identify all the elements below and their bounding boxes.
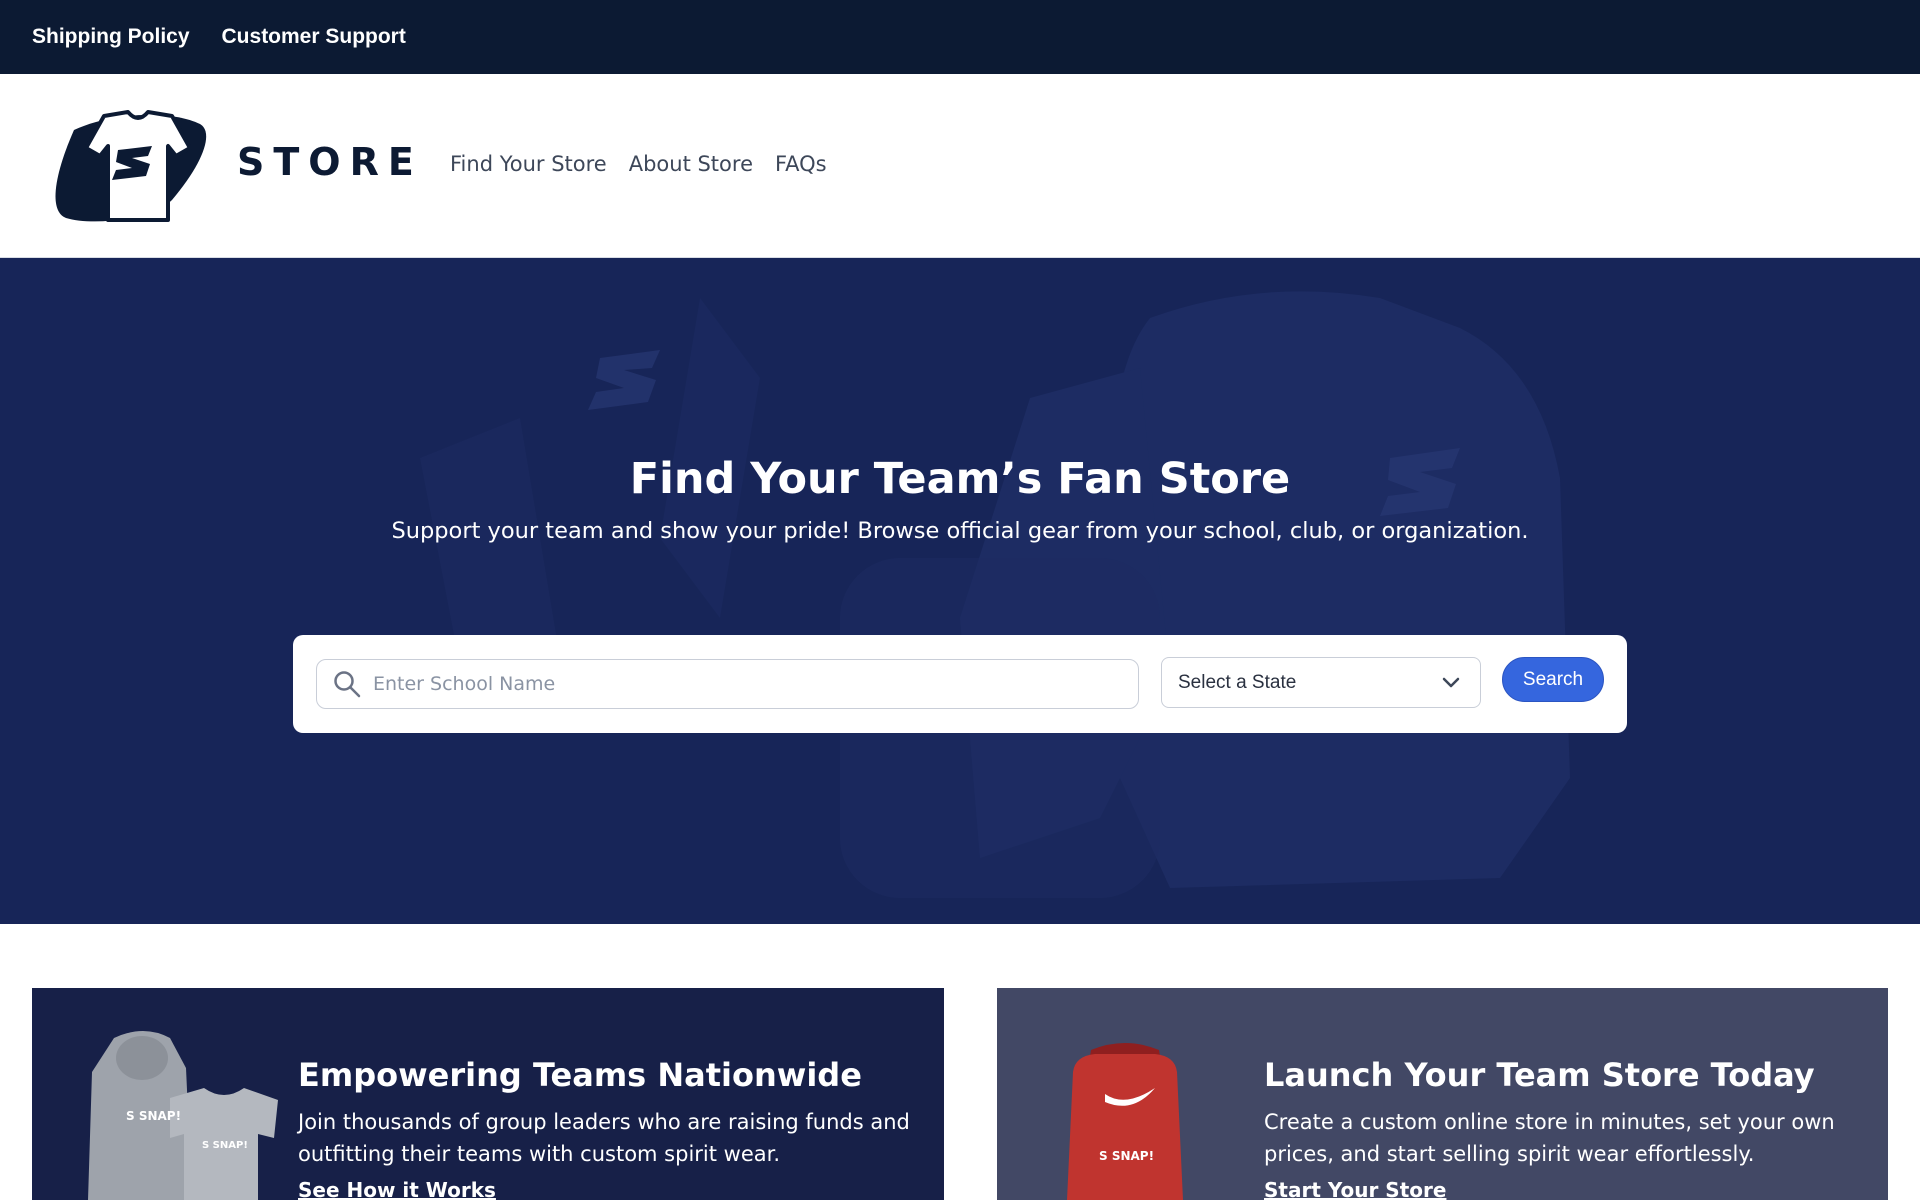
utility-bar: Shipping Policy Customer Support	[0, 0, 1920, 74]
store-logo-icon[interactable]	[52, 110, 212, 224]
store-wordmark: STORE	[237, 140, 423, 184]
shipping-policy-link[interactable]: Shipping Policy	[32, 25, 190, 49]
see-how-it-works-link[interactable]: See How it Works	[298, 1178, 496, 1200]
card-title: Empowering Teams Nationwide	[298, 1056, 862, 1094]
svg-text:S SNAP!: S SNAP!	[126, 1109, 181, 1123]
school-name-input[interactable]: Enter School Name	[316, 659, 1139, 709]
launch-store-card: S SNAP! Launch Your Team Store Today Cre…	[997, 988, 1888, 1200]
card-text: Join thousands of group leaders who are …	[298, 1110, 910, 1166]
search-button[interactable]: Search	[1502, 657, 1604, 702]
start-your-store-link[interactable]: Start Your Store	[1264, 1178, 1446, 1200]
store-search-panel: Enter School Name Select a State Search	[293, 635, 1627, 733]
search-icon	[334, 671, 361, 698]
state-select[interactable]: Select a State	[1161, 657, 1481, 708]
hero-subtitle: Support your team and show your pride! B…	[391, 518, 1529, 544]
empowering-teams-card: S SNAP! S SNAP! Empowering Teams Nationw…	[32, 988, 944, 1200]
svg-text:S SNAP!: S SNAP!	[1099, 1149, 1154, 1163]
nav-faqs[interactable]: FAQs	[775, 152, 827, 176]
state-select-value: Select a State	[1178, 671, 1297, 693]
card-text: Create a custom online store in minutes,…	[1264, 1110, 1835, 1166]
hero-section: Find Your Team’s Fan Store Support your …	[0, 258, 1920, 924]
hero-title: Find Your Team’s Fan Store	[629, 454, 1291, 504]
red-backpack-image: S SNAP!	[1067, 1043, 1183, 1200]
svg-text:S SNAP!: S SNAP!	[202, 1140, 248, 1151]
nav-about-store[interactable]: About Store	[629, 152, 753, 176]
card-title: Launch Your Team Store Today	[1264, 1056, 1815, 1094]
customer-support-link[interactable]: Customer Support	[222, 25, 406, 49]
hero-apparel-background-image	[420, 291, 1570, 898]
chevron-down-icon	[1442, 677, 1460, 687]
school-name-placeholder: Enter School Name	[373, 673, 556, 695]
main-nav: Find Your Store About Store FAQs	[450, 152, 827, 176]
nav-find-your-store[interactable]: Find Your Store	[450, 152, 607, 176]
hoodie-and-tshirt-image: S SNAP! S SNAP!	[88, 1031, 278, 1200]
site-header: STORE Find Your Store About Store FAQs	[0, 74, 1920, 258]
